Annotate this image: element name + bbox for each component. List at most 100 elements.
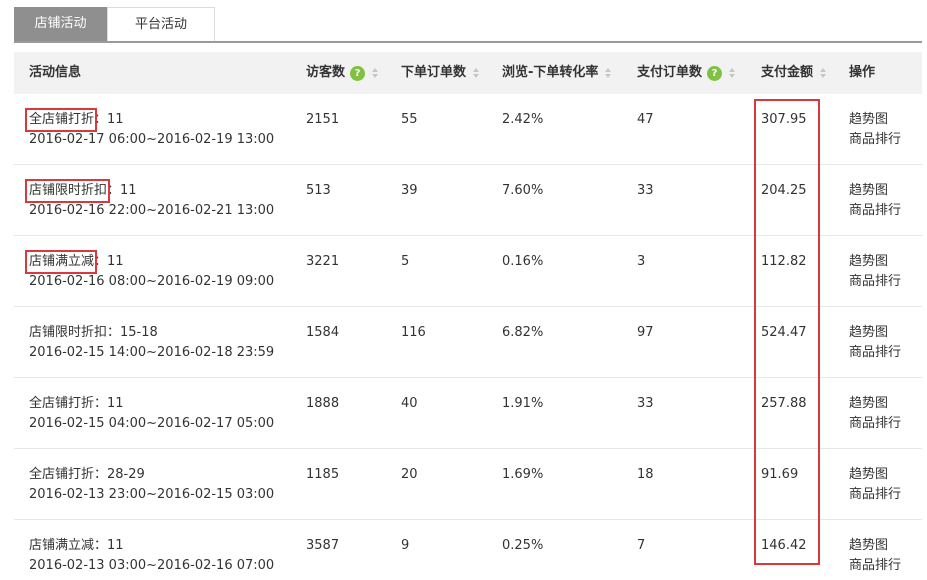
trend-link[interactable]: 趋势图 <box>849 252 901 272</box>
actions-cell: 趋势图 商品排行 <box>849 181 901 221</box>
trend-link[interactable]: 趋势图 <box>849 536 901 556</box>
table-header: 活动信息 访客数 ? 下单订单数 浏览-下单转化率 支付订单数 ? 支付金额 操… <box>14 52 922 94</box>
amount-value: 112.82 <box>761 254 807 269</box>
activity-table: 活动信息 访客数 ? 下单订单数 浏览-下单转化率 支付订单数 ? 支付金额 操… <box>14 52 922 580</box>
ranking-link[interactable]: 商品排行 <box>849 343 901 363</box>
actions-cell: 趋势图 商品排行 <box>849 110 901 150</box>
activity-info: 店铺满立减：11 <box>25 250 124 274</box>
conversion-value: 0.25% <box>502 538 544 553</box>
activity-name: 店铺限时折扣 <box>25 179 111 203</box>
help-icon[interactable]: ? <box>350 65 366 81</box>
orders-value: 20 <box>401 467 418 482</box>
conversion-value: 1.69% <box>502 467 544 482</box>
header-actions: 操作 <box>849 65 876 80</box>
activity-info: 全店铺打折：28-29 <box>29 465 145 485</box>
ranking-link[interactable]: 商品排行 <box>849 201 901 221</box>
activity-info: 店铺满立减：11 <box>29 536 124 556</box>
actions-cell: 趋势图 商品排行 <box>849 465 901 505</box>
amount-value: 91.69 <box>761 467 799 482</box>
ranking-link[interactable]: 商品排行 <box>849 272 901 292</box>
paid-orders-value: 33 <box>637 396 654 411</box>
trend-link[interactable]: 趋势图 <box>849 323 901 343</box>
conversion-value: 7.60% <box>502 183 544 198</box>
amount-value: 524.47 <box>761 325 807 340</box>
activity-period: 2016-02-16 08:00~2016-02-19 09:00 <box>29 274 275 289</box>
header-conversion[interactable]: 浏览-下单转化率 <box>502 52 612 94</box>
paid-orders-value: 97 <box>637 325 654 340</box>
activity-name: 全店铺打折 <box>29 396 95 411</box>
activity-name: 全店铺打折 <box>29 467 95 482</box>
trend-link[interactable]: 趋势图 <box>849 465 901 485</box>
sort-icon[interactable] <box>729 66 736 80</box>
activity-period: 2016-02-13 03:00~2016-02-16 07:00 <box>29 558 275 573</box>
ranking-link[interactable]: 商品排行 <box>849 130 901 150</box>
ranking-link[interactable]: 商品排行 <box>849 556 901 576</box>
header-visitors[interactable]: 访客数 ? <box>306 52 379 94</box>
activity-code: ：15-18 <box>107 325 158 340</box>
table-row: 店铺限时折扣 ：11 2016-02-16 22:00~2016-02-21 13:… <box>14 165 922 236</box>
visitors-value: 1584 <box>306 325 340 340</box>
activity-code: ：28-29 <box>94 467 145 482</box>
activity-code: ：11 <box>94 112 124 127</box>
activity-code: ：11 <box>107 183 137 198</box>
orders-value: 40 <box>401 396 418 411</box>
amount-value: 257.88 <box>761 396 807 411</box>
actions-cell: 趋势图 商品排行 <box>849 323 901 363</box>
orders-value: 55 <box>401 112 418 127</box>
amount-value: 307.95 <box>761 112 807 127</box>
page: 店铺活动 平台活动 活动信息 访客数 ? 下单订单数 浏览-下单转化率 支付订单… <box>0 0 927 580</box>
ranking-link[interactable]: 商品排行 <box>849 414 901 434</box>
header-paid-orders[interactable]: 支付订单数 ? <box>637 52 736 94</box>
ranking-link[interactable]: 商品排行 <box>849 485 901 505</box>
activity-info: 全店铺打折：11 <box>25 108 124 132</box>
tab-store-activity[interactable]: 店铺活动 <box>14 7 107 41</box>
trend-link[interactable]: 趋势图 <box>849 181 901 201</box>
activity-name: 店铺限时折扣 <box>29 325 108 340</box>
conversion-value: 1.91% <box>502 396 544 411</box>
header-activity-info: 活动信息 <box>29 65 82 80</box>
orders-value: 9 <box>401 538 410 553</box>
table-row: 店铺限时折扣：15-18 2016-02-15 14:00~2016-02-18 … <box>14 307 922 378</box>
header-orders[interactable]: 下单订单数 <box>401 52 480 94</box>
trend-link[interactable]: 趋势图 <box>849 110 901 130</box>
actions-cell: 趋势图 商品排行 <box>849 536 901 576</box>
orders-value: 39 <box>401 183 418 198</box>
sort-icon[interactable] <box>473 66 480 80</box>
trend-link[interactable]: 趋势图 <box>849 394 901 414</box>
activity-name: 全店铺打折 <box>25 108 98 132</box>
table-row: 全店铺打折 ：11 2016-02-17 06:00~2016-02-19 13:0… <box>14 94 922 165</box>
visitors-value: 2151 <box>306 112 340 127</box>
activity-period: 2016-02-15 14:00~2016-02-18 23:59 <box>29 345 275 360</box>
activity-info: 店铺限时折扣 ：11 <box>25 179 137 203</box>
activity-period: 2016-02-16 22:00~2016-02-21 13:00 <box>29 203 275 218</box>
tab-platform-activity[interactable]: 平台活动 <box>107 7 215 41</box>
activity-name: 店铺满立减 <box>29 538 95 553</box>
paid-orders-value: 3 <box>637 254 646 269</box>
conversion-value: 0.16% <box>502 254 544 269</box>
sort-icon[interactable] <box>820 66 827 80</box>
activity-name: 店铺满立减 <box>25 250 98 274</box>
table-row: 店铺满立减：11 2016-02-13 03:00~2016-02-16 07:0… <box>14 520 922 580</box>
visitors-value: 3221 <box>306 254 340 269</box>
activity-code: ：11 <box>94 254 124 269</box>
activity-code: ：11 <box>94 396 124 411</box>
visitors-value: 3587 <box>306 538 340 553</box>
visitors-value: 513 <box>306 183 331 198</box>
amount-value: 204.25 <box>761 183 807 198</box>
actions-cell: 趋势图 商品排行 <box>849 394 901 434</box>
activity-period: 2016-02-15 04:00~2016-02-17 05:00 <box>29 416 275 431</box>
sort-icon[interactable] <box>605 66 612 80</box>
header-amount[interactable]: 支付金额 <box>761 52 827 94</box>
activity-period: 2016-02-17 06:00~2016-02-19 13:00 <box>29 132 275 147</box>
actions-cell: 趋势图 商品排行 <box>849 252 901 292</box>
help-icon[interactable]: ? <box>707 65 723 81</box>
table-row: 全店铺打折：28-29 2016-02-13 23:00~2016-02-15 0… <box>14 449 922 520</box>
orders-value: 116 <box>401 325 426 340</box>
sort-icon[interactable] <box>372 66 379 80</box>
activity-tabs: 店铺活动 平台活动 <box>14 7 922 43</box>
paid-orders-value: 33 <box>637 183 654 198</box>
visitors-value: 1185 <box>306 467 340 482</box>
activity-info: 店铺限时折扣：15-18 <box>29 323 158 343</box>
table-row: 全店铺打折：11 2016-02-15 04:00~2016-02-17 05:0… <box>14 378 922 449</box>
paid-orders-value: 7 <box>637 538 646 553</box>
